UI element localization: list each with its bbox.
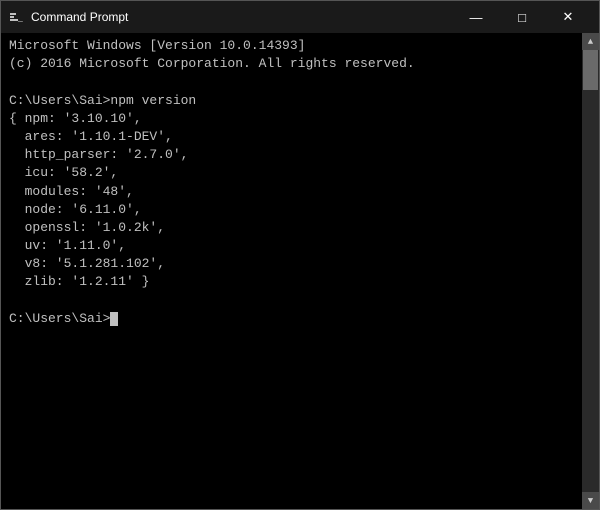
- scrollbar[interactable]: ▲ ▼: [582, 33, 599, 509]
- app-icon: _: [9, 9, 25, 25]
- scrollbar-track[interactable]: [582, 50, 599, 492]
- close-button[interactable]: ✕: [545, 1, 591, 33]
- minimize-button[interactable]: —: [453, 1, 499, 33]
- window-controls: — □ ✕: [453, 1, 591, 33]
- cursor: [110, 312, 118, 326]
- scroll-up-arrow[interactable]: ▲: [582, 33, 599, 50]
- svg-text:_: _: [17, 15, 23, 24]
- title-bar: _ Command Prompt — □ ✕: [1, 1, 599, 33]
- content-area: Microsoft Windows [Version 10.0.14393] (…: [1, 33, 599, 509]
- cmd-window: _ Command Prompt — □ ✕ Microsoft Windows…: [0, 0, 600, 510]
- scroll-down-arrow[interactable]: ▼: [582, 492, 599, 509]
- terminal-output[interactable]: Microsoft Windows [Version 10.0.14393] (…: [1, 33, 582, 509]
- maximize-button[interactable]: □: [499, 1, 545, 33]
- window-title: Command Prompt: [31, 10, 453, 24]
- scrollbar-thumb[interactable]: [583, 50, 598, 90]
